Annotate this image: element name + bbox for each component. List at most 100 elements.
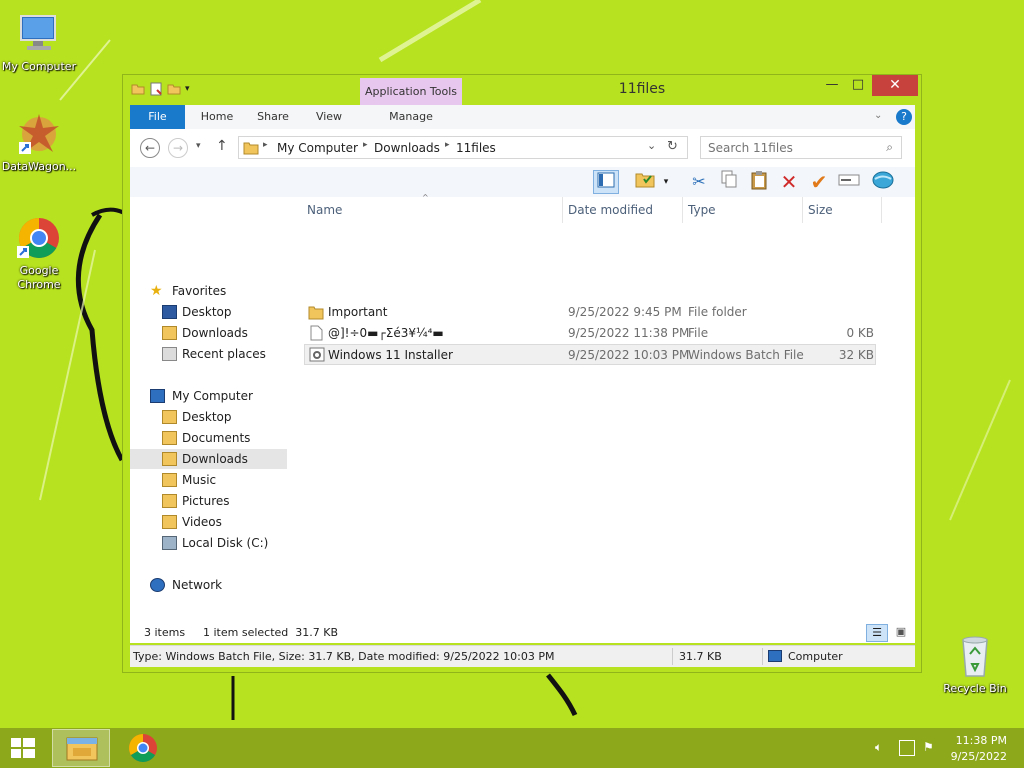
network-tray-icon[interactable]	[899, 740, 915, 756]
desktop-icon-my-computer[interactable]: My Computer	[0, 10, 78, 74]
file-row[interactable]: @]!÷0▬┌Σé3¥¼⁴▬ 9/25/2022 11:38 PM File 0…	[304, 323, 876, 344]
up-button[interactable]: ↑	[216, 138, 228, 154]
forward-button[interactable]: →	[168, 138, 188, 158]
breadcrumb-downloads[interactable]: Downloads	[374, 141, 440, 155]
tab-file[interactable]: File	[130, 105, 185, 129]
select-folder-button[interactable]	[632, 170, 658, 194]
datawagon-icon	[15, 110, 63, 158]
rename-icon[interactable]	[836, 170, 862, 194]
search-icon[interactable]: ⌕	[886, 140, 893, 155]
command-toolbar: ▾ ✂ ✕ ✔	[130, 167, 915, 197]
expand-ribbon-icon[interactable]: ⌄	[874, 110, 882, 121]
new-folder-icon[interactable]	[167, 82, 181, 96]
nav-my-computer[interactable]: My Computer	[130, 386, 287, 406]
delete-icon[interactable]: ✕	[776, 170, 802, 194]
column-header-size[interactable]: Size	[803, 197, 882, 223]
chevron-down-icon[interactable]: ▾	[185, 82, 199, 96]
taskbar-file-explorer[interactable]	[52, 729, 110, 767]
properties-globe-icon[interactable]	[870, 170, 896, 194]
selected-file-details: Type: Windows Batch File, Size: 31.7 KB,…	[133, 650, 555, 663]
tab-share[interactable]: Share	[248, 105, 298, 129]
file-name: Windows 11 Installer	[328, 348, 453, 362]
chevron-right-icon[interactable]: ▸	[363, 140, 368, 150]
file-date: 9/25/2022 10:03 PM	[568, 348, 690, 362]
music-folder-icon	[162, 473, 177, 487]
breadcrumb-11files[interactable]: 11files	[456, 141, 496, 155]
chrome-icon	[129, 734, 157, 762]
refresh-icon[interactable]: ↻	[667, 139, 678, 154]
copy-icon[interactable]	[716, 170, 742, 194]
column-header-name[interactable]: Name	[302, 197, 563, 223]
nav-favorites-desktop[interactable]: Desktop	[130, 302, 287, 322]
properties-icon[interactable]	[149, 82, 163, 96]
file-explorer-window[interactable]: ▾ Application Tools 11files — □ ✕ File H…	[122, 74, 922, 673]
tab-home[interactable]: Home	[192, 105, 242, 129]
details-view-button[interactable]: ☰	[866, 624, 888, 642]
nav-item-label: Recent places	[182, 347, 266, 361]
file-row[interactable]: Windows 11 Installer 9/25/2022 10:03 PM …	[304, 344, 876, 365]
file-date: 9/25/2022 9:45 PM	[568, 305, 682, 319]
cut-icon[interactable]: ✂	[686, 170, 712, 194]
title-bar[interactable]: ▾ Application Tools 11files — □ ✕	[123, 75, 921, 105]
search-box[interactable]: ⌕	[700, 136, 902, 159]
preview-pane-button[interactable]	[593, 170, 619, 194]
address-bar[interactable]: ▸ My Computer ▸ Downloads ▸ 11files ⌄ ↻	[238, 136, 688, 159]
column-header-type[interactable]: Type	[683, 197, 803, 223]
file-date: 9/25/2022 11:38 PM	[568, 326, 690, 340]
minimize-button[interactable]: —	[819, 75, 845, 96]
apply-check-icon[interactable]: ✔	[806, 170, 832, 194]
file-type: Windows Batch File	[688, 348, 804, 362]
folder-icon	[243, 140, 259, 159]
nav-network[interactable]: Network	[130, 575, 287, 595]
help-icon[interactable]: ?	[896, 109, 912, 125]
clock[interactable]: 11:38 PM 9/25/2022	[951, 733, 1007, 765]
breadcrumb-my-computer[interactable]: My Computer	[277, 141, 358, 155]
status-bar: 3 items 1 item selected 31.7 KB ☰ ▣	[130, 622, 915, 643]
close-button[interactable]: ✕	[872, 75, 918, 96]
column-header-date-modified[interactable]: Date modified	[563, 197, 683, 223]
nav-computer-music[interactable]: Music	[130, 470, 287, 490]
address-dropdown-icon[interactable]: ⌄	[647, 139, 656, 152]
tab-manage[interactable]: Manage	[360, 105, 462, 129]
nav-computer-desktop[interactable]: Desktop	[130, 407, 287, 427]
large-icons-view-button[interactable]: ▣	[890, 624, 912, 642]
nav-computer-local-disk[interactable]: Local Disk (C:)	[130, 533, 287, 553]
item-count: 3 items	[144, 626, 186, 639]
nav-favorites-downloads[interactable]: Downloads	[130, 323, 287, 343]
desktop-icon-recycle-bin[interactable]: Recycle Bin	[936, 632, 1014, 696]
chevron-right-icon[interactable]: ▸	[263, 140, 268, 150]
volume-muted-icon[interactable]: 🔈︎	[875, 740, 891, 756]
action-center-icon[interactable]: ⚑	[923, 740, 937, 756]
search-input[interactable]	[708, 138, 878, 158]
maximize-button[interactable]: □	[845, 75, 871, 96]
nav-favorites[interactable]: ★ Favorites	[130, 281, 287, 301]
start-button[interactable]	[0, 728, 46, 768]
address-row: ← → ▾ ↑ ▸ My Computer ▸ Downloads ▸ 11fi…	[130, 129, 915, 167]
nav-computer-downloads[interactable]: Downloads	[130, 449, 287, 469]
taskbar-google-chrome[interactable]	[114, 729, 172, 767]
details-status-bar: Type: Windows Batch File, Size: 31.7 KB,…	[130, 645, 915, 667]
computer-icon	[150, 389, 165, 403]
file-row[interactable]: Important 9/25/2022 9:45 PM File folder	[304, 302, 876, 323]
nav-computer-pictures[interactable]: Pictures	[130, 491, 287, 511]
tab-view[interactable]: View	[304, 105, 354, 129]
file-size: 0 KB	[846, 326, 874, 340]
desktop-icon-datawagon[interactable]: DataWagon...	[0, 110, 78, 174]
back-button[interactable]: ←	[140, 138, 160, 158]
nav-item-label: Local Disk (C:)	[182, 536, 269, 550]
nav-favorites-recent-places[interactable]: Recent places	[130, 344, 287, 364]
nav-item-label: Downloads	[182, 452, 248, 466]
nav-computer-documents[interactable]: Documents	[130, 428, 287, 448]
paste-icon[interactable]	[746, 170, 772, 194]
chevron-down-icon[interactable]: ▾	[660, 170, 672, 194]
explorer-content: ★ Favorites Desktop Downloads Recent pla…	[130, 193, 915, 643]
recent-places-icon	[162, 347, 177, 361]
chevron-right-icon[interactable]: ▸	[445, 140, 450, 150]
nav-item-label: Music	[182, 473, 217, 487]
nav-item-label: Documents	[182, 431, 251, 445]
file-list: ^ Name Date modified Type Size Important…	[302, 193, 915, 643]
file-name: Important	[328, 305, 388, 319]
nav-computer-videos[interactable]: Videos	[130, 512, 287, 532]
recent-locations-button[interactable]: ▾	[196, 141, 201, 151]
desktop-icon-google-chrome[interactable]: Google Chrome	[0, 214, 78, 292]
